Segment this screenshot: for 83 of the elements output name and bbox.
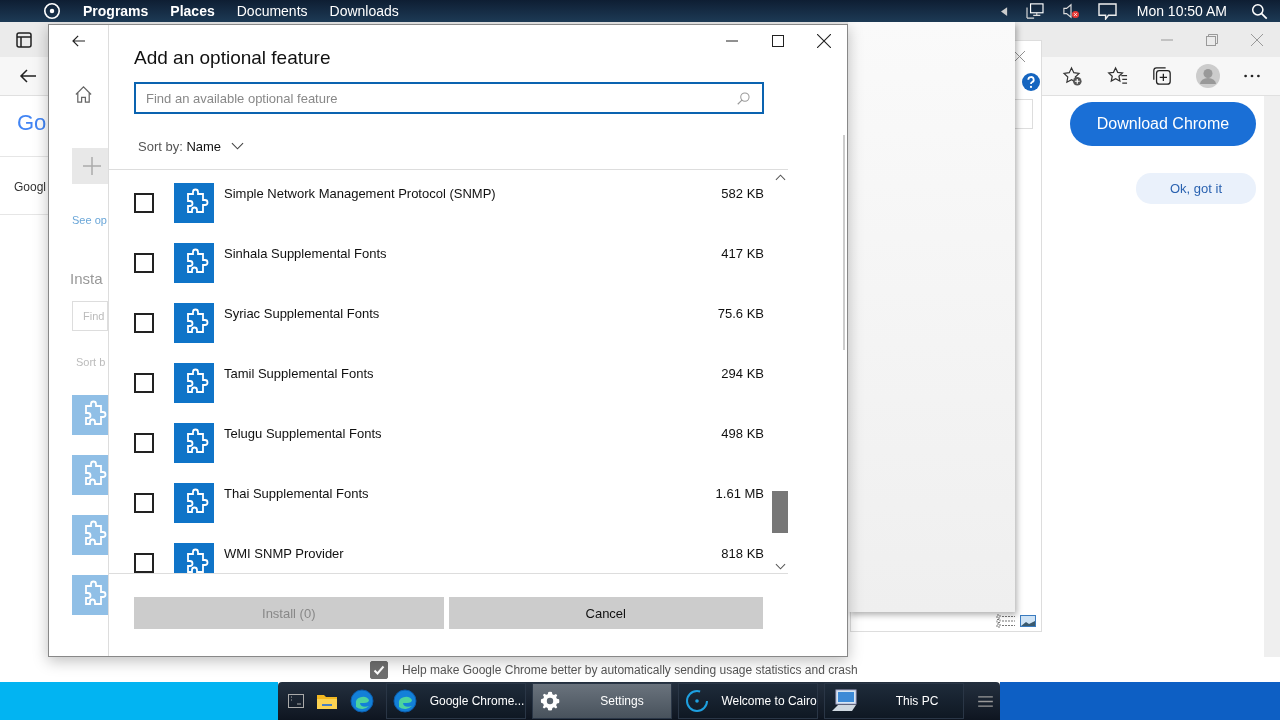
network-icon[interactable] xyxy=(1025,3,1044,19)
home-icon[interactable] xyxy=(74,85,93,104)
checkbox[interactable] xyxy=(134,253,154,273)
browser-icon xyxy=(393,689,417,713)
feature-size: 818 KB xyxy=(721,546,764,561)
chevron-down-icon xyxy=(231,142,245,150)
checkbox[interactable] xyxy=(134,493,154,513)
muted-speaker-icon[interactable] xyxy=(1061,3,1080,19)
scrollbar-thumb[interactable] xyxy=(843,135,845,350)
search-icon xyxy=(737,92,750,105)
menu-logo-icon[interactable] xyxy=(43,2,61,20)
tab-actions-icon[interactable] xyxy=(16,31,32,48)
check-icon xyxy=(373,663,385,676)
sort-dropdown[interactable]: Sort by: Name xyxy=(138,136,245,156)
taskbar-button[interactable]: Settings xyxy=(532,683,672,719)
scroll-up-icon[interactable] xyxy=(774,174,786,181)
consent-text: Help make Google Chrome better by automatically sending usage statistics and crash xyxy=(402,662,858,677)
feature-name: Simple Network Management Protocol (SNMP) xyxy=(224,186,497,201)
close-icon[interactable] xyxy=(1014,51,1025,62)
plus-icon xyxy=(83,157,101,175)
feature-name: Tamil Supplemental Fonts xyxy=(224,366,375,381)
more-icon[interactable] xyxy=(1244,74,1260,78)
feature-size: 417 KB xyxy=(721,246,764,261)
ok-button[interactable]: Ok, got it xyxy=(1136,173,1256,204)
thumbnail-view-icon[interactable] xyxy=(1020,615,1036,627)
console-icon[interactable] xyxy=(288,694,304,708)
add-favorite-icon[interactable] xyxy=(1062,65,1083,87)
puzzle-icon xyxy=(174,423,214,463)
checkbox[interactable] xyxy=(370,660,388,679)
section-heading: Insta xyxy=(70,270,104,287)
feature-name: Syriac Supplemental Fonts xyxy=(224,306,381,321)
details-view-icon[interactable] xyxy=(996,614,1016,628)
checkbox[interactable] xyxy=(134,553,154,573)
feature-size: 1.61 MB xyxy=(715,486,764,501)
taskbar-button[interactable]: This PC xyxy=(824,683,964,719)
menu-item[interactable]: Documents xyxy=(236,3,308,19)
dialog-button[interactable]: Cancel xyxy=(448,597,763,629)
search-field[interactable]: Find an available optional feature xyxy=(134,82,764,114)
folder-icon[interactable] xyxy=(316,692,338,710)
clock[interactable]: Mon 10:50 AM xyxy=(1136,3,1227,19)
feature-size: 75.6 KB xyxy=(717,306,764,321)
search-icon[interactable] xyxy=(1251,2,1268,20)
checkbox[interactable] xyxy=(134,313,154,333)
puzzle-icon xyxy=(174,243,214,283)
back-icon[interactable] xyxy=(72,35,86,47)
feature-name: Telugu Supplemental Fonts xyxy=(224,426,383,441)
gear-icon xyxy=(539,690,561,712)
scrollbar-thumb[interactable] xyxy=(772,491,788,533)
feature-size: 294 KB xyxy=(721,366,764,381)
feature-size: 498 KB xyxy=(721,426,764,441)
taskbar-button[interactable]: Welcome to Cairo xyxy=(678,683,818,719)
puzzle-icon xyxy=(174,543,214,573)
menu-item[interactable]: Downloads xyxy=(329,3,399,19)
help-icon[interactable] xyxy=(1022,73,1040,91)
message-icon[interactable] xyxy=(1097,2,1117,20)
expand-tray-icon[interactable] xyxy=(1000,6,1008,16)
taskbar-button[interactable]: Google Chrome... xyxy=(386,683,526,719)
dialog-title: Add an optional feature xyxy=(134,47,332,69)
ring-icon xyxy=(685,689,709,713)
back-icon[interactable] xyxy=(19,68,37,84)
puzzle-icon xyxy=(174,303,214,343)
download-button[interactable]: Download Chrome xyxy=(1070,102,1256,146)
collections-icon[interactable] xyxy=(1152,66,1172,86)
menu-icon[interactable] xyxy=(978,695,993,707)
avatar-icon[interactable] xyxy=(1196,64,1220,88)
computer-icon xyxy=(831,689,859,713)
puzzle-icon xyxy=(174,483,214,523)
checkbox[interactable] xyxy=(134,373,154,393)
feature-name: Sinhala Supplemental Fonts xyxy=(224,246,388,261)
checkbox[interactable] xyxy=(134,433,154,453)
checkbox[interactable] xyxy=(134,193,154,213)
scrollbar[interactable] xyxy=(1264,96,1280,657)
scroll-down-icon[interactable] xyxy=(774,563,786,570)
puzzle-icon xyxy=(174,183,214,223)
add-feature-tile[interactable] xyxy=(72,148,108,184)
favorites-icon[interactable] xyxy=(1107,65,1128,87)
menu-item[interactable]: Programs xyxy=(83,3,149,19)
menu-item[interactable]: Places xyxy=(170,3,215,19)
feature-name: Thai Supplemental Fonts xyxy=(224,486,370,501)
feature-size: 582 KB xyxy=(721,186,764,201)
feature-name: WMI SNMP Provider xyxy=(224,546,345,561)
puzzle-icon xyxy=(174,363,214,403)
browser-icon[interactable] xyxy=(350,689,374,713)
